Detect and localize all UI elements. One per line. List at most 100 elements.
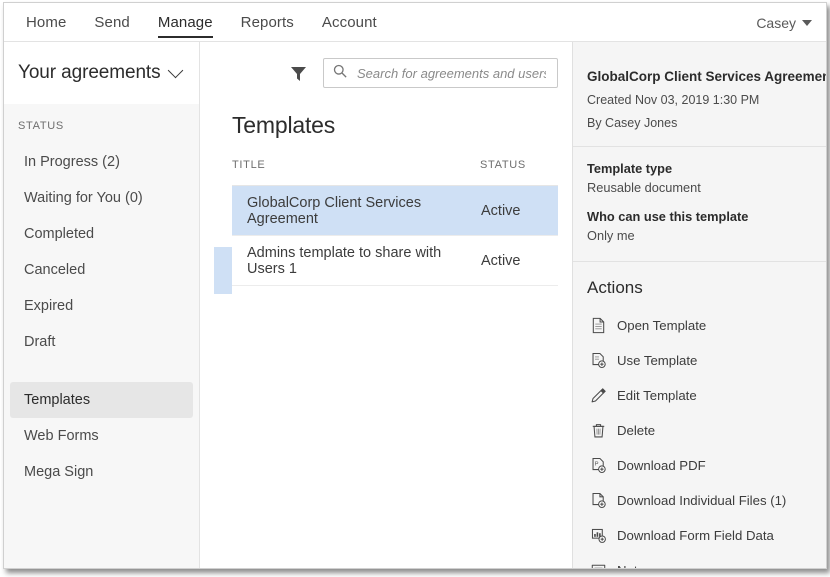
- column-header-status[interactable]: STATUS: [480, 159, 558, 186]
- sidebar-item-label: Expired: [24, 298, 74, 314]
- templates-table-head: TITLE STATUS: [232, 159, 558, 186]
- selected-row-bleed: [214, 247, 232, 294]
- sidebar-title-label: Your agreements: [18, 62, 161, 83]
- nav-item-home[interactable]: Home: [12, 3, 80, 42]
- action-label: Download Individual Files (1): [617, 492, 787, 508]
- sidebar-title-dropdown[interactable]: Your agreements: [4, 42, 199, 104]
- details-created-date: Created Nov 03, 2019 1:30 PM: [587, 92, 760, 107]
- details-document-title: GlobalCorp Client Services Agreement: [587, 69, 826, 84]
- table-header-row: TITLE STATUS: [232, 159, 558, 186]
- action-notes[interactable]: Notes: [587, 553, 812, 568]
- action-label: Download PDF: [617, 457, 706, 473]
- template-type-label: Template type: [587, 160, 673, 176]
- sidebar-item-label: Draft: [24, 334, 56, 350]
- nav-item-send[interactable]: Send: [80, 3, 143, 42]
- details-divider: [573, 145, 826, 147]
- templates-panel: Templates TITLE STATUS GlobalCorp Client…: [200, 104, 572, 294]
- search-icon: [333, 64, 347, 83]
- nav-item-home-label: Home: [26, 14, 67, 31]
- details-panel: GlobalCorp Client Services Agreement Cre…: [572, 42, 826, 568]
- sidebar-item-templates[interactable]: Templates: [10, 382, 193, 418]
- user-menu-label: Casey: [756, 14, 796, 31]
- action-open-template[interactable]: Open Template: [587, 308, 812, 343]
- row-status: Active: [480, 185, 558, 236]
- row-title: GlobalCorp Client Services Agreement: [232, 185, 480, 236]
- nav-item-reports-label: Reports: [240, 14, 294, 31]
- who-can-use-label: Who can use this template: [587, 208, 749, 224]
- document-plus-icon: [589, 351, 607, 369]
- templates-table-body: GlobalCorp Client Services Agreement Act…: [232, 185, 558, 286]
- row-status: Active: [480, 235, 558, 286]
- nav-item-send-label: Send: [94, 14, 130, 31]
- details-header: GlobalCorp Client Services Agreement Cre…: [573, 42, 826, 132]
- nav-item-manage-label: Manage: [157, 14, 213, 31]
- action-label: Download Form Field Data: [617, 527, 774, 543]
- details-template-type: Template type Reusable document Who can …: [573, 161, 826, 243]
- table-row[interactable]: Admins template to share with Users 1 Ac…: [232, 235, 558, 286]
- sidebar-item-expired[interactable]: Expired: [10, 288, 193, 324]
- action-download-form-field-data[interactable]: Download Form Field Data: [587, 518, 812, 553]
- sidebar-item-label: Web Forms: [24, 428, 99, 444]
- sidebar-nav-list: STATUS In Progress (2) Waiting for You (…: [4, 104, 199, 568]
- actions-section: Actions Open Template Use Template Edit …: [573, 262, 826, 568]
- sidebar-item-draft[interactable]: Draft: [10, 324, 193, 360]
- actions-title: Actions: [587, 277, 643, 297]
- who-can-use-value: Only me: [587, 227, 635, 243]
- nav-item-manage[interactable]: Manage: [144, 3, 227, 42]
- svg-text:P: P: [594, 461, 598, 467]
- table-row[interactable]: GlobalCorp Client Services Agreement Act…: [232, 185, 558, 236]
- details-created-by: By Casey Jones: [587, 115, 678, 130]
- action-use-template[interactable]: Use Template: [587, 343, 812, 378]
- sidebar-item-label: Mega Sign: [24, 464, 94, 480]
- sidebar: Your agreements STATUS In Progress (2) W…: [4, 42, 200, 568]
- sidebar-item-label: Templates: [24, 392, 91, 408]
- action-label: Notes: [617, 563, 651, 568]
- top-navigation-bar: Home Send Manage Reports Account Casey: [4, 3, 826, 42]
- chart-download-icon: [589, 526, 607, 544]
- action-label: Open Template: [617, 317, 707, 333]
- trash-icon: [589, 421, 607, 439]
- sidebar-item-canceled[interactable]: Canceled: [10, 252, 193, 288]
- column-header-title[interactable]: TITLE: [232, 159, 480, 186]
- pdf-download-icon: P: [589, 456, 607, 474]
- action-label: Use Template: [617, 352, 698, 368]
- action-download-individual-files[interactable]: Download Individual Files (1): [587, 483, 812, 518]
- template-type-value: Reusable document: [587, 179, 701, 195]
- main-content: Templates TITLE STATUS GlobalCorp Client…: [200, 42, 572, 568]
- action-edit-template[interactable]: Edit Template: [587, 378, 812, 413]
- action-label: Edit Template: [617, 387, 697, 403]
- chevron-down-icon: [167, 62, 183, 79]
- sidebar-section-status-label: STATUS: [18, 120, 64, 132]
- page-title: Templates: [232, 112, 336, 138]
- main-toolbar: [200, 42, 572, 104]
- nav-item-account[interactable]: Account: [308, 3, 391, 42]
- sidebar-item-label: Canceled: [24, 262, 86, 278]
- nav-item-list: Home Send Manage Reports Account: [12, 3, 391, 42]
- search-box[interactable]: [323, 58, 558, 88]
- sidebar-item-mega-sign[interactable]: Mega Sign: [10, 454, 193, 490]
- sidebar-item-waiting-for-you[interactable]: Waiting for You (0): [10, 180, 193, 216]
- sidebar-item-web-forms[interactable]: Web Forms: [10, 418, 193, 454]
- sidebar-item-label: Completed: [24, 226, 95, 242]
- app-root: Home Send Manage Reports Account Casey Y…: [0, 0, 830, 577]
- sidebar-item-in-progress[interactable]: In Progress (2): [10, 144, 193, 180]
- comment-icon: [589, 561, 607, 568]
- sidebar-item-label: Waiting for You (0): [24, 190, 143, 206]
- document-icon: [589, 316, 607, 334]
- action-label: Delete: [617, 422, 656, 438]
- row-title: Admins template to share with Users 1: [232, 235, 480, 286]
- file-download-icon: [589, 491, 607, 509]
- filter-icon[interactable]: [287, 62, 309, 84]
- templates-table: TITLE STATUS GlobalCorp Client Services …: [232, 159, 558, 286]
- application-window: Home Send Manage Reports Account Casey Y…: [3, 2, 827, 569]
- nav-item-reports[interactable]: Reports: [227, 3, 308, 42]
- user-menu-button[interactable]: Casey: [756, 3, 812, 42]
- nav-item-account-label: Account: [321, 14, 377, 31]
- search-input[interactable]: [355, 64, 548, 82]
- action-download-pdf[interactable]: P Download PDF: [587, 448, 812, 483]
- sidebar-item-label: In Progress (2): [24, 154, 120, 170]
- sidebar-item-completed[interactable]: Completed: [10, 216, 193, 252]
- sidebar-divider-spacer: [4, 360, 199, 382]
- pencil-icon: [589, 386, 607, 404]
- action-delete[interactable]: Delete: [587, 413, 812, 448]
